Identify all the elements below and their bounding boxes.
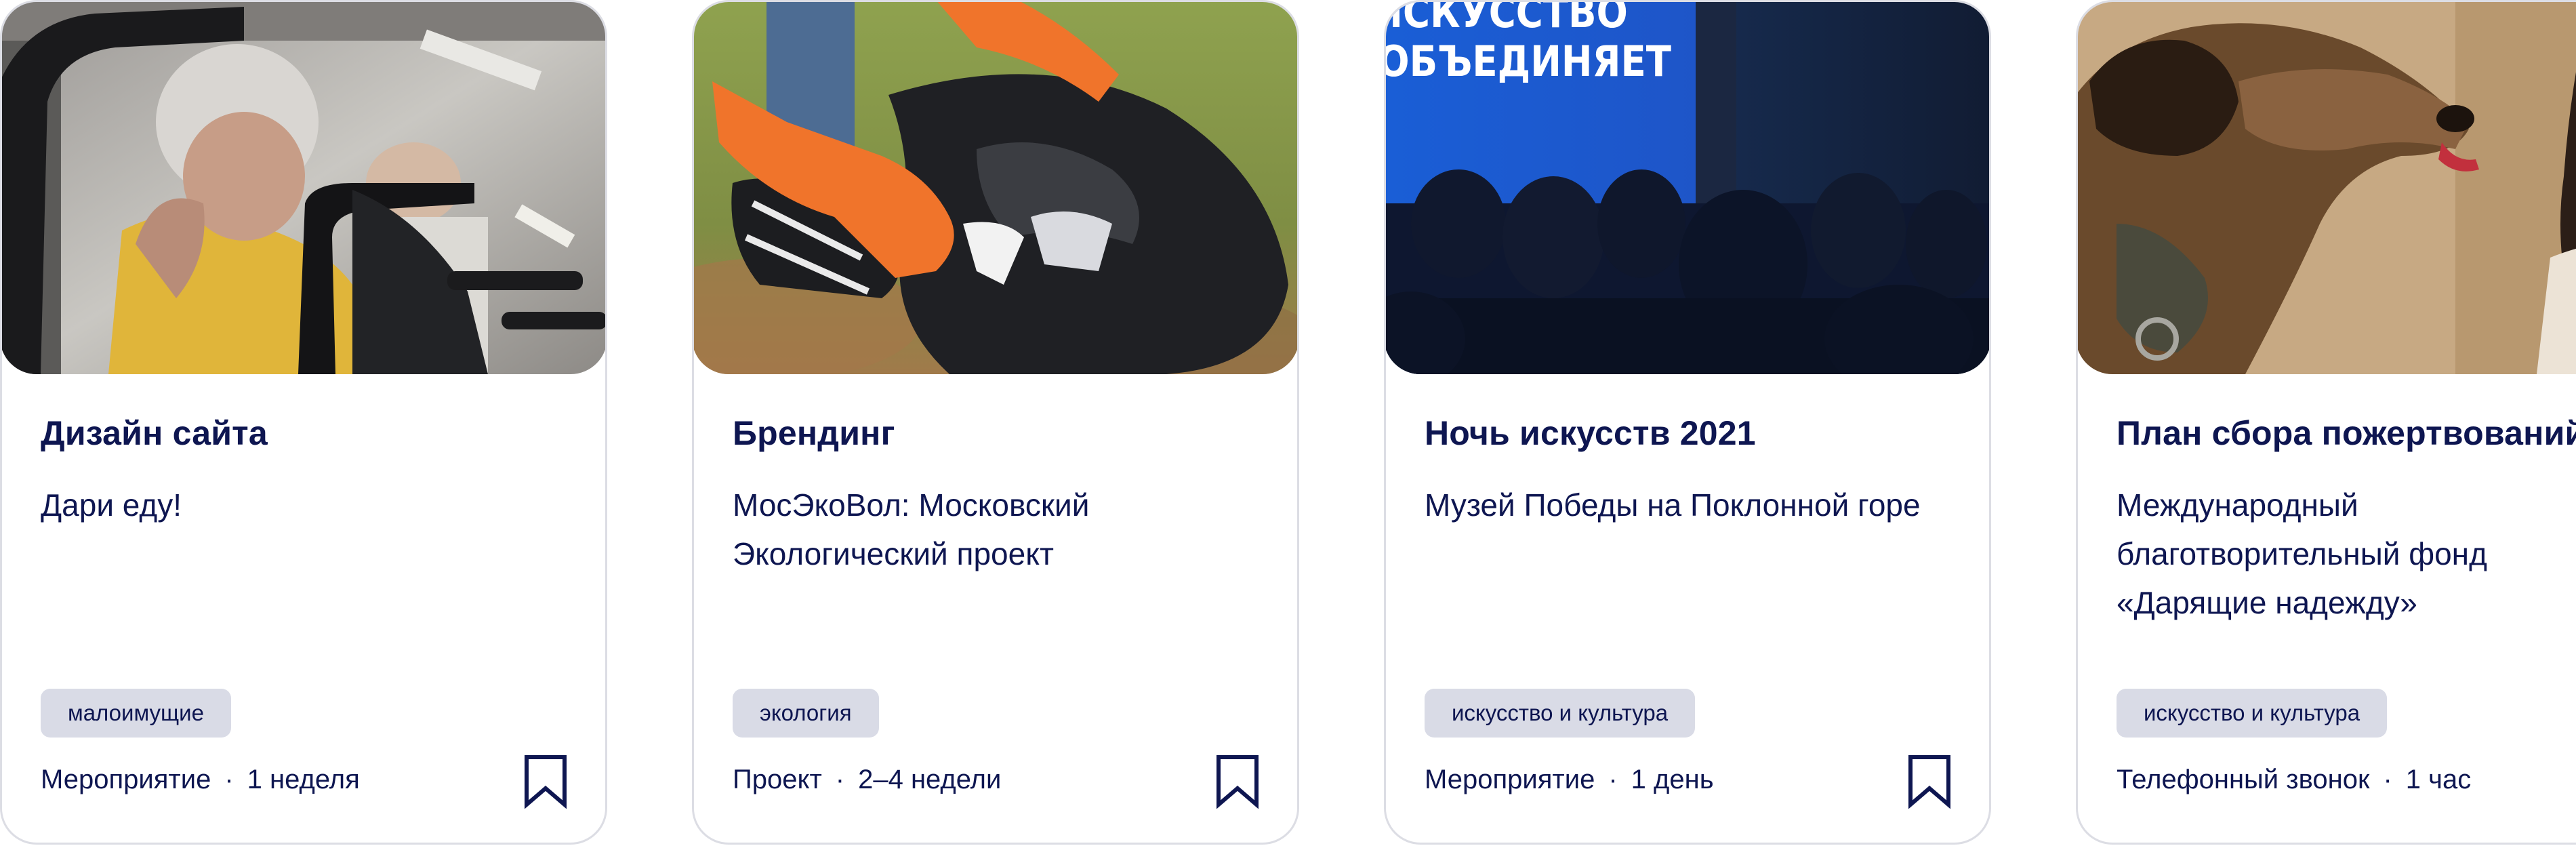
project-card[interactable]: Дизайн сайта Дари еду! малоимущие Меропр… bbox=[0, 0, 607, 845]
category-tag[interactable]: экология bbox=[733, 689, 879, 738]
category-tag[interactable]: искусство и культура bbox=[2117, 689, 2388, 738]
project-card[interactable]: Брендинг МосЭкоВол: Московский Экологиче… bbox=[692, 0, 1299, 845]
card-meta: Мероприятие · 1 день bbox=[1425, 765, 1714, 795]
card-duration: 1 неделя bbox=[247, 765, 360, 794]
meta-separator: · bbox=[835, 765, 845, 794]
card-photo bbox=[2078, 2, 2576, 374]
bookmark-icon[interactable] bbox=[1216, 754, 1259, 809]
card-photo bbox=[2, 2, 605, 374]
card-format: Телефонный звонок bbox=[2117, 765, 2370, 794]
card-meta: Телефонный звонок · 1 час bbox=[2117, 765, 2471, 795]
meta-separator: · bbox=[2383, 765, 2392, 794]
photo-screen-text-1: ИСКУССТВО bbox=[1384, 0, 1628, 37]
card-duration: 1 час bbox=[2405, 765, 2472, 794]
card-organization: Музей Победы на Поклонной горе bbox=[1425, 487, 1921, 523]
card-organization: Международный благотворительный фонд «Да… bbox=[2117, 487, 2487, 620]
project-cards-strip: Дизайн сайта Дари еду! малоимущие Меропр… bbox=[0, 0, 2576, 848]
card-format: Проект bbox=[733, 765, 822, 794]
card-photo: ИСКУССТВО ОБЪЕДИНЯЕТ bbox=[1384, 0, 1989, 374]
project-card[interactable]: ИСКУССТВО ОБЪЕДИНЯЕТ Ночь искусств 2021 … bbox=[1384, 0, 1991, 845]
card-title: Ночь искусств 2021 bbox=[1425, 414, 1756, 452]
meta-separator: · bbox=[224, 765, 234, 794]
card-meta: Проект · 2–4 недели bbox=[733, 765, 1001, 795]
card-organization: Дари еду! bbox=[41, 487, 182, 523]
card-title: Брендинг bbox=[733, 414, 895, 452]
card-photo bbox=[694, 2, 1297, 374]
card-duration: 1 день bbox=[1631, 765, 1714, 794]
bookmark-icon[interactable] bbox=[524, 754, 567, 809]
card-meta: Мероприятие · 1 неделя bbox=[41, 765, 360, 795]
card-title: Дизайн сайта bbox=[41, 414, 268, 452]
bookmark-icon[interactable] bbox=[1908, 754, 1951, 809]
meta-separator: · bbox=[1608, 765, 1618, 794]
card-format: Мероприятие bbox=[1425, 765, 1595, 794]
project-card[interactable]: План сбора пожертвований Международный б… bbox=[2076, 0, 2576, 845]
card-format: Мероприятие bbox=[41, 765, 211, 794]
card-title: План сбора пожертвований bbox=[2117, 414, 2576, 452]
photo-screen-text-2: ОБЪЕДИНЯЕТ bbox=[1384, 37, 1671, 86]
card-organization: МосЭкоВол: Московский Экологический прое… bbox=[733, 487, 1090, 571]
category-tag[interactable]: малоимущие bbox=[41, 689, 231, 738]
card-duration: 2–4 недели bbox=[858, 765, 1002, 794]
category-tag[interactable]: искусство и культура bbox=[1425, 689, 1696, 738]
